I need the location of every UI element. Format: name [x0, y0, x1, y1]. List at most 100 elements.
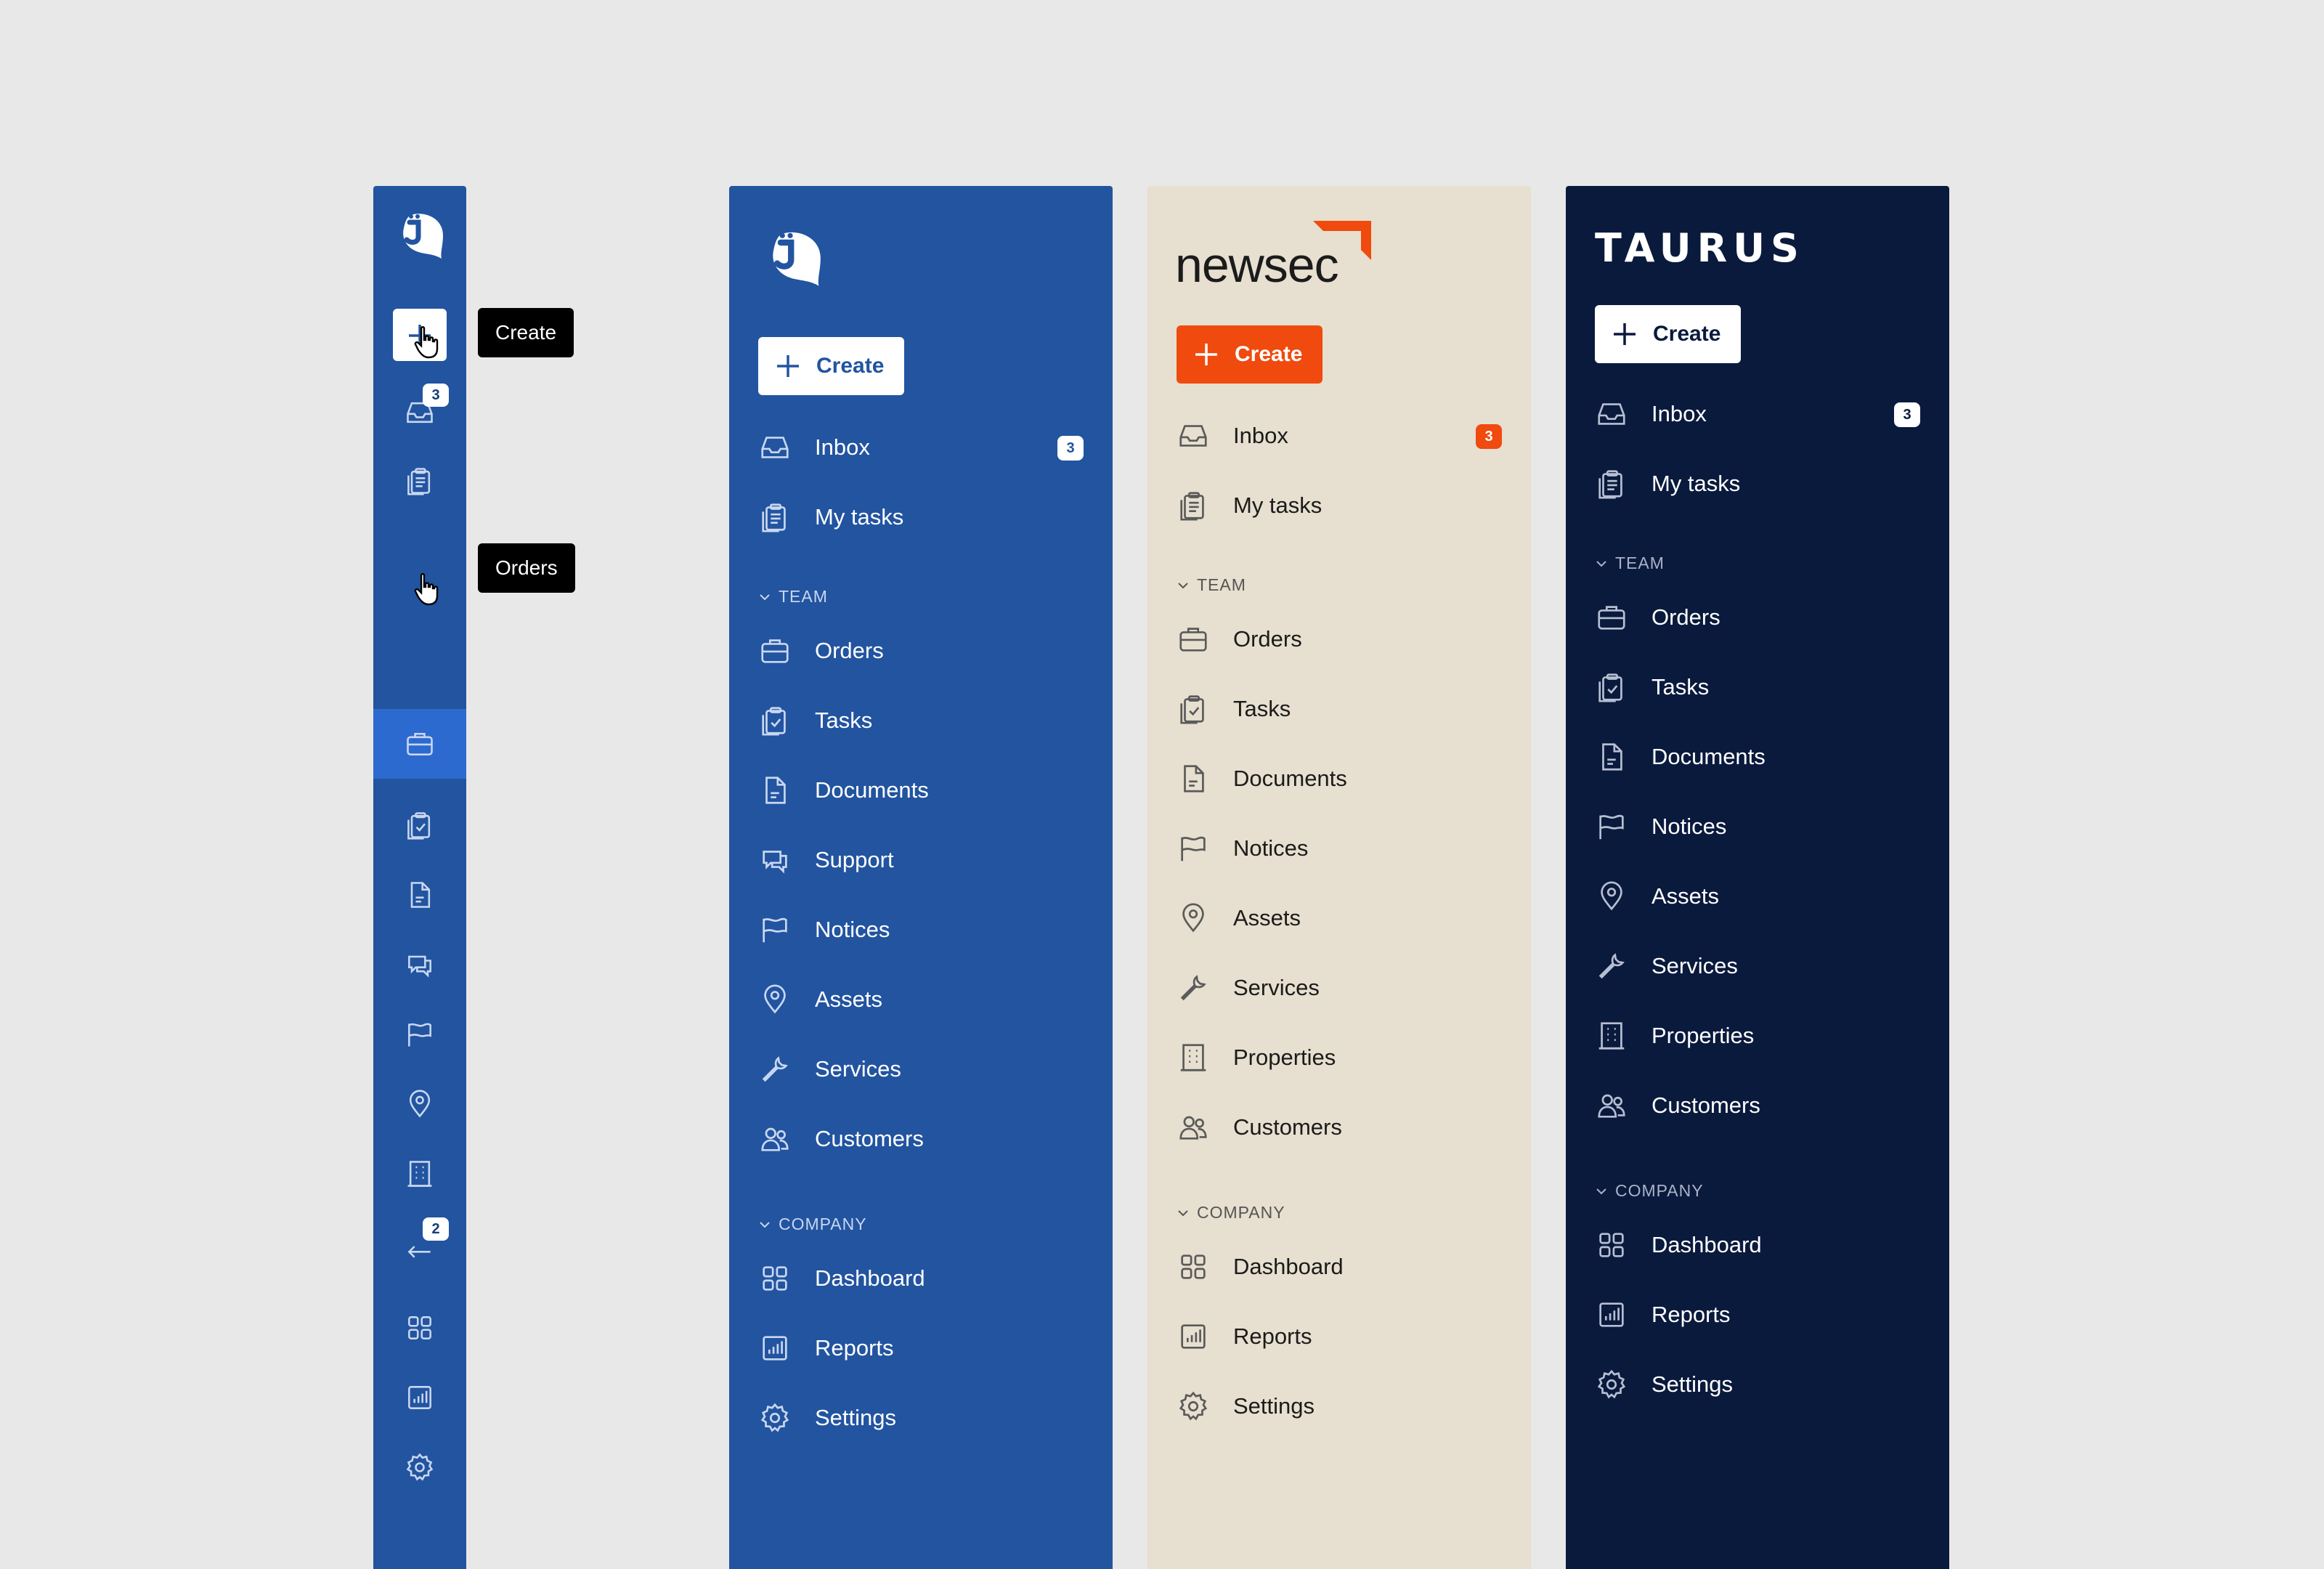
company-section-header[interactable]: COMPANY	[1177, 1203, 1285, 1223]
rail-item-dashboard[interactable]	[373, 1293, 466, 1363]
nav-item-inbox[interactable]: Inbox 3	[1595, 392, 1920, 436]
nav-item-notices[interactable]: Notices	[1177, 827, 1502, 870]
chevron-down-icon	[1178, 582, 1188, 588]
team-section-header[interactable]: TEAM	[1177, 575, 1246, 595]
nav-item-assets[interactable]: Assets	[1595, 875, 1920, 918]
nav-item-customers[interactable]: Customers	[1177, 1106, 1502, 1149]
briefcase-icon	[1179, 628, 1207, 652]
rail-item-documents[interactable]	[373, 860, 466, 930]
clipboard-check-icon	[407, 812, 431, 840]
document-icon	[1602, 743, 1622, 771]
rail-item-orders[interactable]	[373, 709, 466, 779]
chart-icon	[408, 1386, 431, 1409]
company-section-header[interactable]: COMPANY	[758, 1215, 867, 1234]
transfer-count-badge: 2	[423, 1217, 449, 1241]
nav-item-assets[interactable]: Assets	[758, 978, 1084, 1021]
document-icon	[1184, 765, 1204, 792]
rail-item-transfer[interactable]: 2	[373, 1212, 466, 1281]
compact-sidebar: 3 2	[373, 186, 466, 1569]
team-section-header[interactable]: TEAM	[1595, 554, 1665, 573]
nav-item-orders[interactable]: Orders	[1595, 596, 1920, 639]
nav-item-reports[interactable]: Reports	[1177, 1315, 1502, 1358]
nav-item-reports[interactable]: Reports	[1595, 1293, 1920, 1337]
location-pin-icon	[1182, 903, 1204, 933]
create-tooltip: Create	[478, 308, 574, 357]
brand-logo-icon[interactable]	[395, 208, 447, 260]
nav-item-dashboard[interactable]: Dashboard	[1595, 1223, 1920, 1267]
nav-item-services[interactable]: Services	[1177, 966, 1502, 1010]
nav-item-dashboard[interactable]: Dashboard	[758, 1257, 1084, 1300]
location-pin-icon	[409, 1090, 431, 1118]
chevron-down-icon	[1596, 560, 1606, 567]
nav-item-customers[interactable]: Customers	[1595, 1084, 1920, 1127]
nav-item-tasks[interactable]: Tasks	[1177, 687, 1502, 731]
chat-icon	[408, 955, 431, 978]
create-button[interactable]: Create	[1595, 305, 1742, 363]
flag-icon	[763, 917, 787, 943]
wrench-icon	[762, 1056, 788, 1082]
clipboard-check-icon	[1180, 695, 1204, 724]
taurus-logo[interactable]: TAURUS	[1595, 225, 1805, 271]
building-icon	[1180, 1044, 1206, 1071]
company-section-header[interactable]: COMPANY	[1595, 1181, 1704, 1201]
rail-item-reports[interactable]	[373, 1363, 466, 1432]
nav-item-properties[interactable]: Properties	[1177, 1036, 1502, 1079]
nav-item-services[interactable]: Services	[758, 1047, 1084, 1091]
nav-item-my-tasks[interactable]: My tasks	[1595, 462, 1920, 506]
nav-item-assets[interactable]: Assets	[1177, 896, 1502, 940]
nav-item-my-tasks[interactable]: My tasks	[1177, 484, 1502, 527]
rail-item-support[interactable]	[373, 930, 466, 1000]
rail-item-tasks[interactable]	[373, 790, 466, 860]
nav-item-tasks[interactable]: Tasks	[1595, 665, 1920, 709]
create-button[interactable]: Create	[1177, 325, 1323, 384]
location-pin-icon	[1601, 881, 1622, 911]
clipboard-check-icon	[1598, 673, 1622, 702]
briefcase-icon	[761, 639, 789, 663]
grid-icon	[1181, 1254, 1206, 1279]
chevron-down-icon	[760, 1221, 770, 1228]
nav-item-orders[interactable]: Orders	[1177, 617, 1502, 661]
nav-item-my-tasks[interactable]: My tasks	[758, 495, 1084, 539]
clipboard-icon	[1598, 470, 1622, 499]
team-section-header[interactable]: TEAM	[758, 587, 828, 607]
building-icon	[407, 1161, 432, 1187]
nav-item-documents[interactable]: Documents	[1595, 735, 1920, 779]
users-icon	[1179, 1116, 1207, 1140]
rail-item-settings[interactable]	[373, 1432, 466, 1502]
plus-icon	[777, 355, 799, 377]
nav-item-documents[interactable]: Documents	[1177, 757, 1502, 800]
gear-icon	[1179, 1391, 1208, 1421]
nav-item-documents[interactable]: Documents	[758, 769, 1084, 812]
users-icon	[1598, 1094, 1625, 1118]
inbox-count-badge: 3	[1894, 402, 1920, 427]
plus-icon	[1614, 323, 1636, 345]
nav-item-settings[interactable]: Settings	[1595, 1363, 1920, 1406]
building-icon	[1598, 1022, 1625, 1050]
nav-item-settings[interactable]: Settings	[1177, 1384, 1502, 1428]
rail-item-inbox[interactable]: 3	[373, 378, 466, 447]
rail-item-notices[interactable]	[373, 1000, 466, 1069]
nav-item-services[interactable]: Services	[1595, 944, 1920, 988]
nav-item-support[interactable]: Support	[758, 838, 1084, 882]
nav-item-tasks[interactable]: Tasks	[758, 699, 1084, 742]
nav-item-reports[interactable]: Reports	[758, 1326, 1084, 1370]
nav-item-orders[interactable]: Orders	[758, 629, 1084, 673]
nav-item-settings[interactable]: Settings	[758, 1396, 1084, 1440]
nav-item-inbox[interactable]: Inbox 3	[1177, 414, 1502, 458]
nav-item-dashboard[interactable]: Dashboard	[1177, 1245, 1502, 1289]
flag-icon	[1599, 814, 1624, 840]
nav-item-inbox[interactable]: Inbox 3	[758, 426, 1084, 469]
rail-item-assets[interactable]	[373, 1069, 466, 1139]
nav-item-notices[interactable]: Notices	[758, 908, 1084, 952]
rail-item-properties[interactable]	[373, 1139, 466, 1209]
rail-item-my-tasks[interactable]	[373, 446, 466, 516]
brand-logo-icon[interactable]	[760, 225, 829, 288]
nav-item-customers[interactable]: Customers	[758, 1117, 1084, 1161]
orders-tooltip: Orders	[478, 543, 575, 593]
create-button[interactable]: Create	[758, 337, 905, 395]
gear-icon	[760, 1403, 789, 1432]
nav-item-properties[interactable]: Properties	[1595, 1014, 1920, 1058]
flag-icon	[1181, 836, 1206, 861]
flag-icon	[408, 1023, 431, 1047]
nav-item-notices[interactable]: Notices	[1595, 805, 1920, 848]
